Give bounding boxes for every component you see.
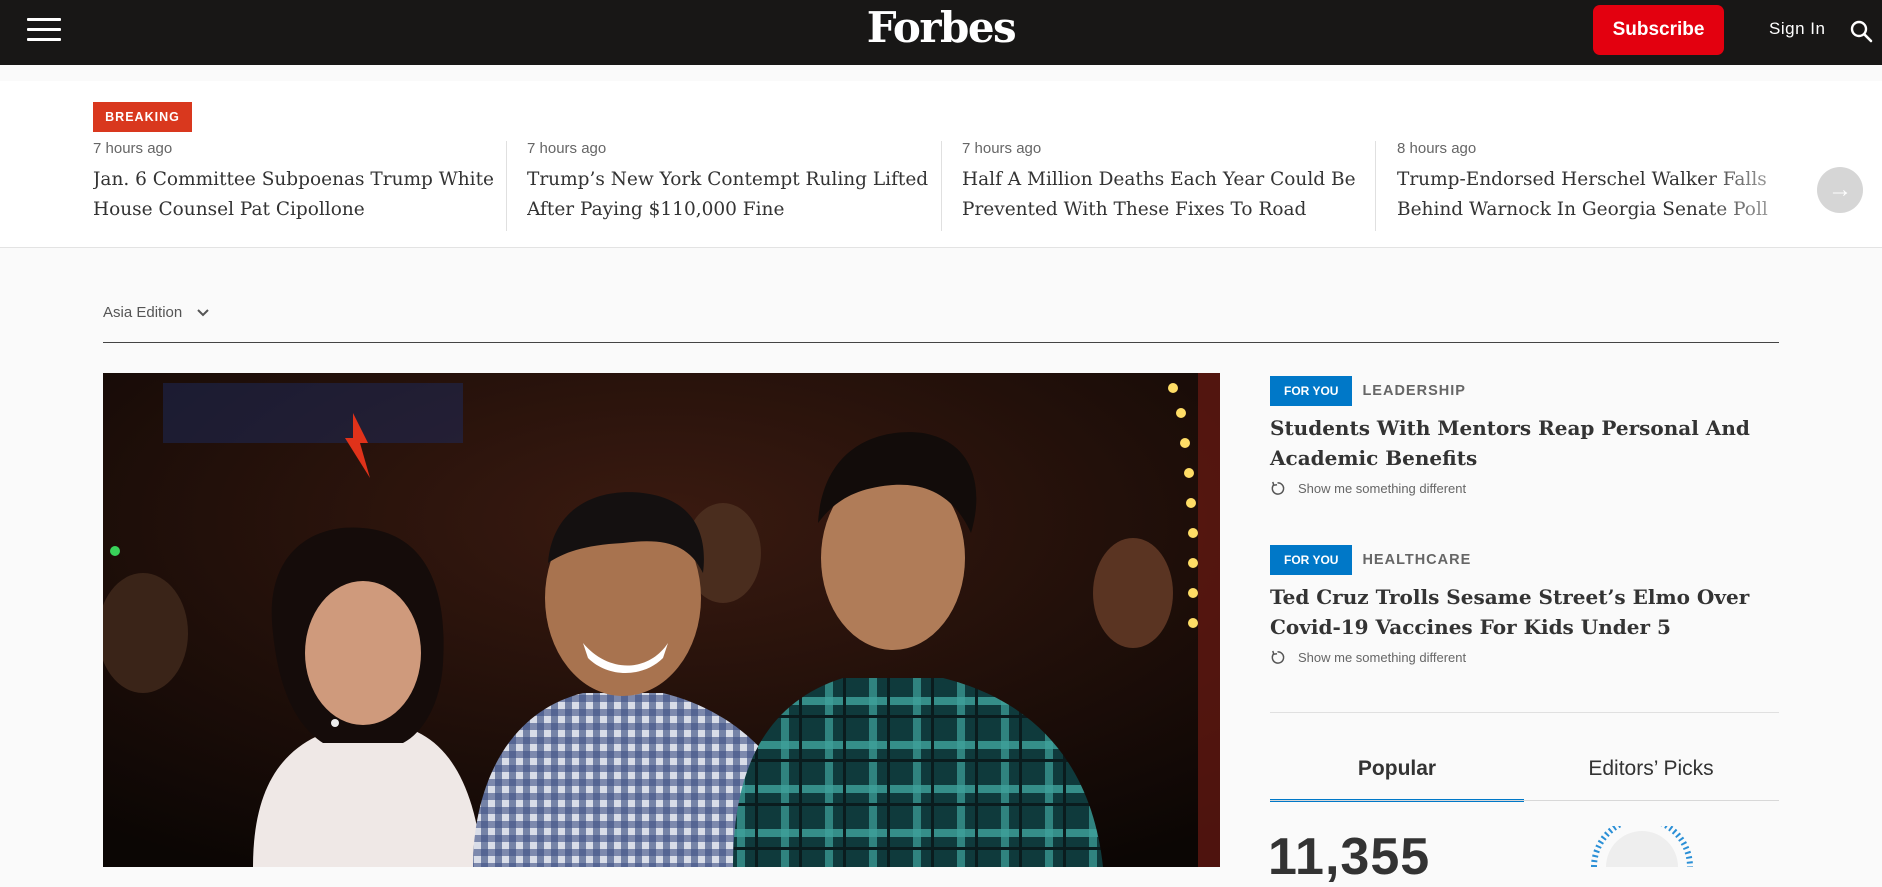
show-different-button[interactable]: Show me something different — [1270, 650, 1780, 665]
edition-selector[interactable]: Asia Edition — [103, 304, 210, 321]
tab-editors-picks[interactable]: Editors’ Picks — [1524, 740, 1778, 802]
hero-image[interactable] — [103, 373, 1220, 867]
news-headline[interactable]: Trump-Endorsed Herschel Walker Falls Beh… — [1397, 165, 1797, 225]
breaking-news-item[interactable]: 7 hours ago Jan. 6 Committee Subpoenas T… — [93, 140, 513, 225]
sign-in-link[interactable]: Sign In — [1769, 19, 1825, 39]
subscribe-button[interactable]: Subscribe — [1593, 5, 1724, 55]
show-different-label: Show me something different — [1298, 481, 1467, 496]
divider — [1375, 141, 1376, 231]
divider — [103, 342, 1779, 343]
next-arrow-icon[interactable]: → — [1817, 167, 1863, 213]
news-timestamp: 7 hours ago — [962, 140, 1042, 157]
news-headline[interactable]: Half A Million Deaths Each Year Could Be… — [962, 165, 1362, 225]
for-you-badge: FOR YOU — [1270, 376, 1353, 406]
divider — [1270, 712, 1779, 713]
breaking-news-strip: BREAKING 7 hours ago Jan. 6 Committee Su… — [0, 81, 1882, 248]
top-navigation-bar: Forbes Subscribe Sign In — [0, 0, 1882, 65]
news-headline[interactable]: Trump’s New York Contempt Ruling Lifted … — [527, 165, 947, 225]
news-timestamp: 7 hours ago — [93, 140, 173, 157]
divider — [1270, 800, 1779, 801]
menu-icon[interactable] — [27, 18, 61, 42]
hero-photo — [103, 373, 1220, 867]
news-timestamp: 7 hours ago — [527, 140, 607, 157]
divider — [941, 141, 942, 231]
breaking-news-item[interactable]: 8 hours ago Trump-Endorsed Herschel Walk… — [1397, 140, 1797, 225]
breaking-news-item[interactable]: 7 hours ago Trump’s New York Contempt Ru… — [527, 140, 947, 225]
article-title-link[interactable]: Students With Mentors Reap Personal And … — [1270, 413, 1780, 473]
category-link[interactable]: LEADERSHIP — [1362, 383, 1465, 399]
refresh-icon — [1271, 650, 1285, 664]
recommended-article: FOR YOU HEALTHCARE Ted Cruz Trolls Sesam… — [1270, 545, 1780, 665]
tab-popular[interactable]: Popular — [1270, 740, 1524, 802]
search-icon[interactable] — [1849, 19, 1873, 43]
breaking-badge: BREAKING — [93, 102, 192, 132]
gauge-icon — [1591, 826, 1693, 867]
edition-label: Asia Edition — [103, 304, 183, 321]
chevron-down-icon — [197, 308, 209, 316]
popular-count: 11,355 — [1268, 828, 1431, 886]
show-different-button[interactable]: Show me something different — [1270, 481, 1780, 496]
news-timestamp: 8 hours ago — [1397, 140, 1477, 157]
category-link[interactable]: HEALTHCARE — [1362, 552, 1471, 568]
recommended-article: FOR YOU LEADERSHIP Students With Mentors… — [1270, 376, 1780, 496]
refresh-icon — [1271, 481, 1285, 495]
show-different-label: Show me something different — [1298, 650, 1467, 665]
article-title-link[interactable]: Ted Cruz Trolls Sesame Street’s Elmo Ove… — [1270, 582, 1780, 642]
breaking-news-item[interactable]: 7 hours ago Half A Million Deaths Each Y… — [962, 140, 1362, 225]
divider — [506, 141, 507, 231]
news-headline[interactable]: Jan. 6 Committee Subpoenas Trump White H… — [93, 165, 513, 225]
for-you-badge: FOR YOU — [1270, 545, 1353, 575]
